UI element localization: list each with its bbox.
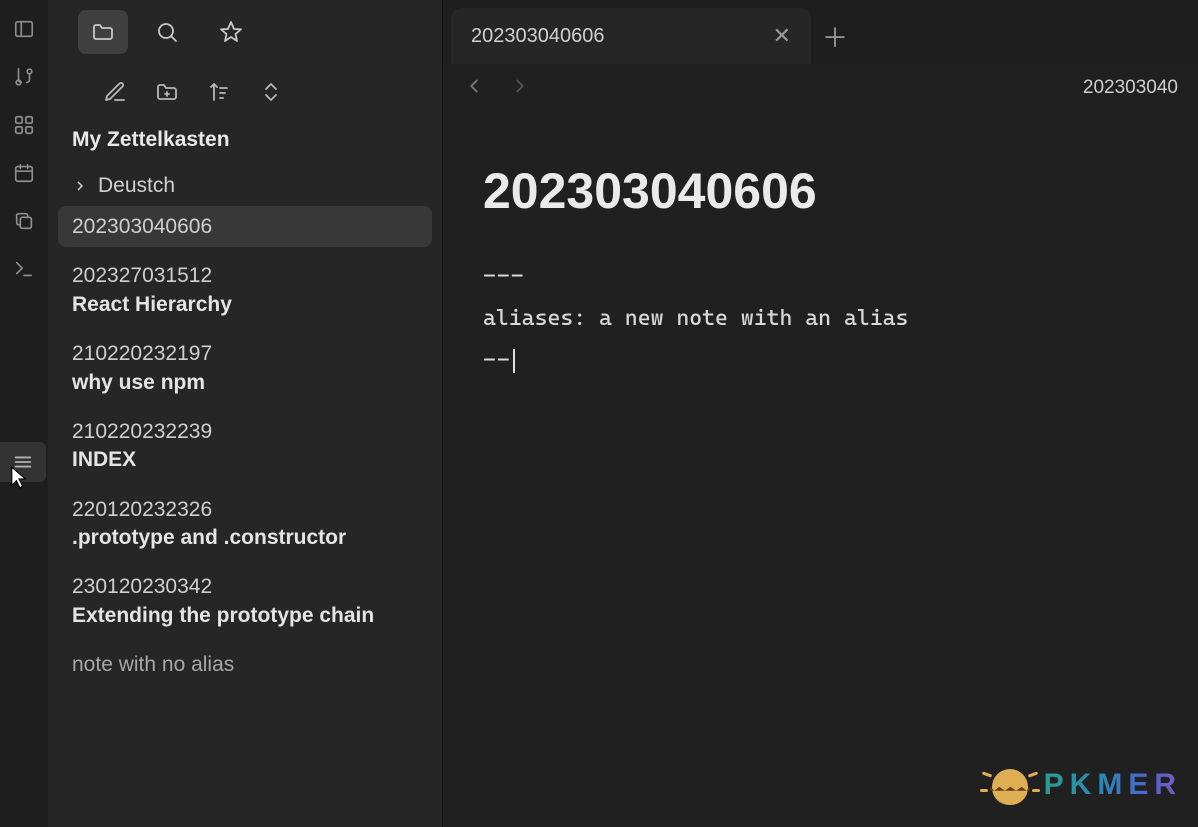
- close-tab-icon[interactable]: ✕: [773, 23, 791, 49]
- frontmatter-line: aliases: a new note with an alias: [483, 298, 1158, 340]
- file-title: why use npm: [72, 369, 418, 397]
- file-explorer-actions: [48, 64, 442, 120]
- ribbon: [0, 0, 48, 827]
- file-item[interactable]: 202327031512 React Hierarchy: [58, 255, 432, 325]
- editor-pane: 202303040606 ✕ ＋ 202303040 202303040606 …: [443, 0, 1198, 827]
- chevron-right-icon: [72, 178, 88, 194]
- terminal-icon[interactable]: [13, 258, 35, 280]
- file-item[interactable]: note with no alias: [58, 644, 432, 685]
- file-tree: Deustch 202303040606 202327031512 React …: [48, 166, 442, 693]
- search-tab[interactable]: [142, 10, 192, 54]
- file-title: Extending the prototype chain: [72, 602, 418, 630]
- file-id: 220120232326: [72, 495, 418, 524]
- file-id: 210220232239: [72, 417, 418, 446]
- file-explorer-panel: My Zettelkasten Deustch 202303040606 202…: [48, 0, 443, 827]
- editor-nav: 202303040: [443, 64, 1198, 112]
- file-title: INDEX: [72, 446, 418, 474]
- note-title[interactable]: 202303040606: [483, 162, 1158, 220]
- file-item[interactable]: 230120230342 Extending the prototype cha…: [58, 566, 432, 636]
- new-tab-button[interactable]: ＋: [811, 8, 859, 64]
- nav-back-icon[interactable]: [463, 75, 485, 102]
- tab-label: 202303040606: [471, 25, 604, 48]
- file-title: .prototype and .constructor: [72, 524, 418, 552]
- file-id: 202327031512: [72, 261, 418, 290]
- text-caret: [513, 349, 515, 373]
- bookmarks-tab[interactable]: [206, 10, 256, 54]
- vault-title: My Zettelkasten: [48, 120, 442, 166]
- file-id: 210220232197: [72, 339, 418, 368]
- file-id: 230120230342: [72, 572, 418, 601]
- calendar-icon[interactable]: [13, 162, 35, 184]
- breadcrumb[interactable]: 202303040: [1083, 77, 1178, 99]
- quick-switcher-icon[interactable]: [13, 66, 35, 88]
- new-note-icon[interactable]: [103, 80, 127, 104]
- file-item[interactable]: 202303040606: [58, 206, 432, 247]
- file-item[interactable]: 210220232197 why use npm: [58, 333, 432, 403]
- copy-icon[interactable]: [13, 210, 35, 232]
- editor-body[interactable]: 202303040606 --- aliases: a new note wit…: [443, 112, 1198, 827]
- files-tab[interactable]: [78, 10, 128, 54]
- nav-forward-icon[interactable]: [509, 75, 531, 102]
- pkmer-logo-icon: [988, 763, 1032, 807]
- ribbon-menu-icon[interactable]: [0, 442, 46, 482]
- collapse-icon[interactable]: [259, 80, 283, 104]
- file-id: 202303040606: [72, 212, 418, 241]
- file-id: note with no alias: [72, 650, 418, 679]
- file-item[interactable]: 210220232239 INDEX: [58, 411, 432, 481]
- frontmatter-close: --: [483, 340, 1158, 382]
- file-item[interactable]: 220120232326 .prototype and .constructor: [58, 489, 432, 559]
- new-folder-icon[interactable]: [155, 80, 179, 104]
- left-panel-tabs: [48, 0, 442, 64]
- watermark-text: PKMER: [1044, 768, 1182, 802]
- frontmatter-open: ---: [483, 256, 1158, 298]
- note-content[interactable]: --- aliases: a new note with an alias --: [483, 256, 1158, 381]
- sort-icon[interactable]: [207, 80, 231, 104]
- tab-bar: 202303040606 ✕ ＋: [443, 0, 1198, 64]
- folder-item[interactable]: Deustch: [58, 166, 432, 206]
- sidebar-toggle-icon[interactable]: [13, 18, 35, 40]
- folder-name: Deustch: [98, 174, 175, 198]
- watermark: PKMER: [988, 763, 1182, 807]
- editor-tab[interactable]: 202303040606 ✕: [451, 8, 811, 64]
- file-title: React Hierarchy: [72, 291, 418, 319]
- apps-icon[interactable]: [13, 114, 35, 136]
